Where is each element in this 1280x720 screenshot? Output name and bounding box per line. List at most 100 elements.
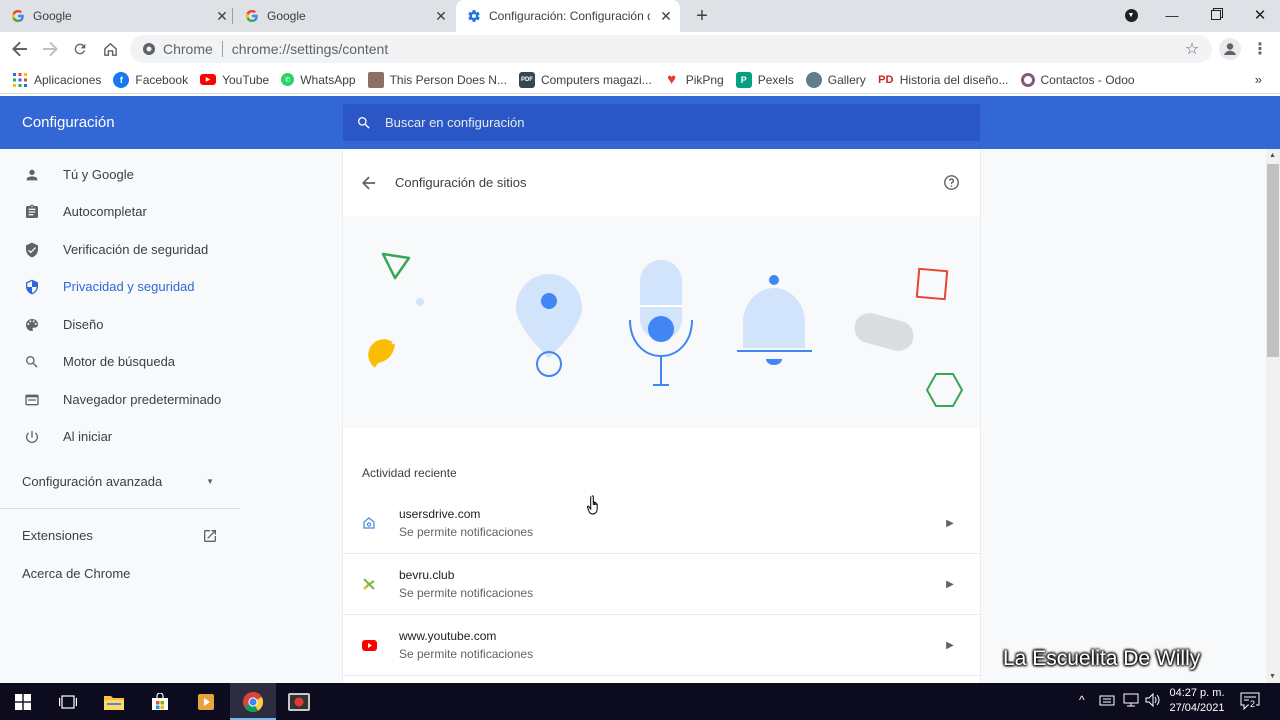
new-tab-button[interactable]: + (690, 4, 714, 28)
nav-label: Configuración avanzada (22, 474, 163, 489)
bookmark-label: PikPng (685, 72, 724, 87)
settings-search[interactable] (343, 104, 980, 141)
pdf-icon: PDF (518, 71, 535, 88)
gear-icon (466, 8, 482, 24)
search-icon (23, 353, 41, 371)
bookmark-label: YouTube (222, 72, 270, 87)
bookmarks-bar: Aplicaciones f Facebook ▶ YouTube ✆ What… (0, 66, 1280, 94)
search-input[interactable] (385, 115, 945, 130)
keyboard-icon[interactable] (1099, 693, 1115, 710)
chevron-right-icon[interactable]: ▶ (942, 515, 958, 531)
bookmark-computers-magazine[interactable]: PDF Computers magazi... (518, 71, 652, 88)
profile-avatar-icon[interactable] (1218, 37, 1242, 61)
site-permission: Se permite notificaciones (399, 525, 534, 539)
help-icon[interactable] (942, 174, 960, 192)
bookmark-label: Computers magazi... (540, 72, 652, 87)
recent-site-row[interactable]: usersdrive.com Se permite notificaciones… (343, 493, 980, 554)
site-domain: www.youtube.com (399, 629, 497, 643)
address-bar[interactable]: Chrome chrome://settings/content ☆ (130, 35, 1212, 63)
settings-title: Configuración (22, 114, 115, 131)
minimize-button[interactable]: — (1150, 0, 1194, 30)
task-view-icon[interactable] (45, 683, 91, 720)
pd-icon: PD (878, 73, 894, 86)
nav-item-acerca[interactable]: Acerca de Chrome (0, 555, 240, 592)
nav-label: Navegador predeterminado (63, 392, 222, 407)
url-text[interactable]: chrome://settings/content (232, 41, 388, 57)
reload-icon[interactable] (68, 37, 92, 61)
scrollbar-thumb[interactable] (1267, 164, 1279, 357)
nav-item-tu-y-google[interactable]: Tú y Google (0, 156, 240, 193)
site-permission: Se permite notificaciones (399, 647, 534, 661)
profile-menu-icon[interactable]: ▼ (1109, 0, 1153, 30)
bookmark-this-person[interactable]: This Person Does N... (367, 71, 507, 88)
menu-dots-icon[interactable]: ⋮ (1248, 37, 1272, 61)
recent-site-row[interactable]: bevru.club Se permite notificaciones ▶ (343, 554, 980, 615)
bookmark-gallery[interactable]: Gallery (805, 71, 866, 88)
bookmarks-overflow-button[interactable]: » (1255, 72, 1262, 87)
nav-label: Motor de búsqueda (63, 354, 176, 369)
volume-icon[interactable] (1145, 692, 1161, 710)
close-icon[interactable]: ✕ (214, 8, 230, 24)
bookmark-label: This Person Does N... (389, 72, 507, 87)
back-arrow-icon[interactable] (8, 37, 32, 61)
restore-button[interactable] (1194, 0, 1238, 30)
media-player-icon[interactable] (183, 683, 229, 720)
clock-date: 27/04/2021 (1169, 702, 1225, 714)
bookmark-contactos-odoo[interactable]: Contactos - Odoo (1020, 72, 1135, 87)
google-icon (10, 8, 26, 24)
tab-title: Configuración: Configuración de (489, 9, 650, 23)
nav-item-navegador[interactable]: Navegador predeterminado (0, 381, 240, 418)
bookmark-label: Gallery (827, 72, 866, 87)
nav-item-extensiones[interactable]: Extensiones (0, 517, 240, 554)
bookmark-facebook[interactable]: f Facebook (113, 71, 189, 88)
star-bookmark-icon[interactable]: ☆ (1184, 41, 1200, 58)
system-clock[interactable]: 04:27 p. m. 27/04/2021 (1164, 686, 1230, 716)
bookmark-whatsapp[interactable]: ✆ WhatsApp (281, 73, 356, 87)
home-icon[interactable] (98, 37, 122, 61)
watermark-text: La Escuelita De Willy (1003, 647, 1201, 670)
forward-arrow-icon[interactable] (38, 37, 62, 61)
recent-site-row[interactable]: www.youtube.com Se permite notificacione… (343, 615, 980, 676)
close-window-button[interactable]: ✕ (1238, 0, 1280, 30)
youtube-icon (361, 637, 377, 653)
file-explorer-icon[interactable] (91, 683, 137, 720)
network-icon[interactable] (1123, 693, 1139, 710)
close-icon[interactable]: ✕ (658, 8, 674, 24)
bookmark-aplicaciones[interactable]: Aplicaciones (12, 72, 101, 88)
show-hidden-icons-icon[interactable]: ^ (1079, 693, 1085, 707)
nav-item-al-iniciar[interactable]: Al iniciar (0, 418, 240, 455)
tab-google-1[interactable]: Google ✕ (10, 0, 230, 32)
site-settings-page: Configuración de sitios Actividad recien… (343, 149, 980, 683)
store-icon[interactable] (137, 683, 183, 720)
chevron-right-icon[interactable]: ▶ (942, 637, 958, 653)
nav-item-avanzada[interactable]: Configuración avanzada ▼ (0, 463, 240, 500)
pexels-icon: P (735, 71, 752, 88)
windows-start-icon[interactable] (0, 683, 46, 720)
tab-settings[interactable]: Configuración: Configuración de ✕ (456, 0, 680, 32)
nav-item-autocompletar[interactable]: Autocompletar (0, 193, 240, 230)
open-in-new-icon (202, 528, 218, 544)
bookmark-label: Contactos - Odoo (1040, 72, 1135, 87)
tab-google-2[interactable]: Google ✕ (244, 0, 449, 32)
chrome-taskbar-icon[interactable] (230, 683, 276, 720)
settings-sidebar: Tú y Google Autocompletar Verificación d… (0, 149, 300, 683)
chrome-icon (142, 42, 156, 56)
windows-taskbar: ^ 04:27 p. m. 27/04/2021 2 (0, 683, 1280, 720)
bookmark-pikpng[interactable]: ♥ PikPng (664, 71, 724, 88)
bookmark-historia-diseno[interactable]: PD Historia del diseño... (878, 72, 1008, 88)
chevron-right-icon[interactable]: ▶ (942, 576, 958, 592)
settings-header: Configuración (0, 96, 1280, 149)
close-icon[interactable]: ✕ (433, 8, 449, 24)
back-arrow-icon[interactable] (359, 173, 379, 193)
facebook-icon: f (113, 71, 130, 88)
nav-item-verificacion[interactable]: Verificación de seguridad (0, 231, 240, 268)
site-domain: bevru.club (399, 568, 455, 582)
nav-item-privacidad[interactable]: Privacidad y seguridad (0, 268, 240, 305)
nav-item-diseno[interactable]: Diseño (0, 306, 240, 343)
bookmark-youtube[interactable]: ▶ YouTube (200, 73, 269, 87)
bookmark-label: Facebook (135, 72, 189, 87)
notifications-icon[interactable]: 2 (1240, 692, 1260, 713)
bookmark-pexels[interactable]: P Pexels (735, 71, 794, 88)
nav-item-motor-busqueda[interactable]: Motor de búsqueda (0, 343, 240, 380)
screen-recorder-icon[interactable] (276, 683, 322, 720)
